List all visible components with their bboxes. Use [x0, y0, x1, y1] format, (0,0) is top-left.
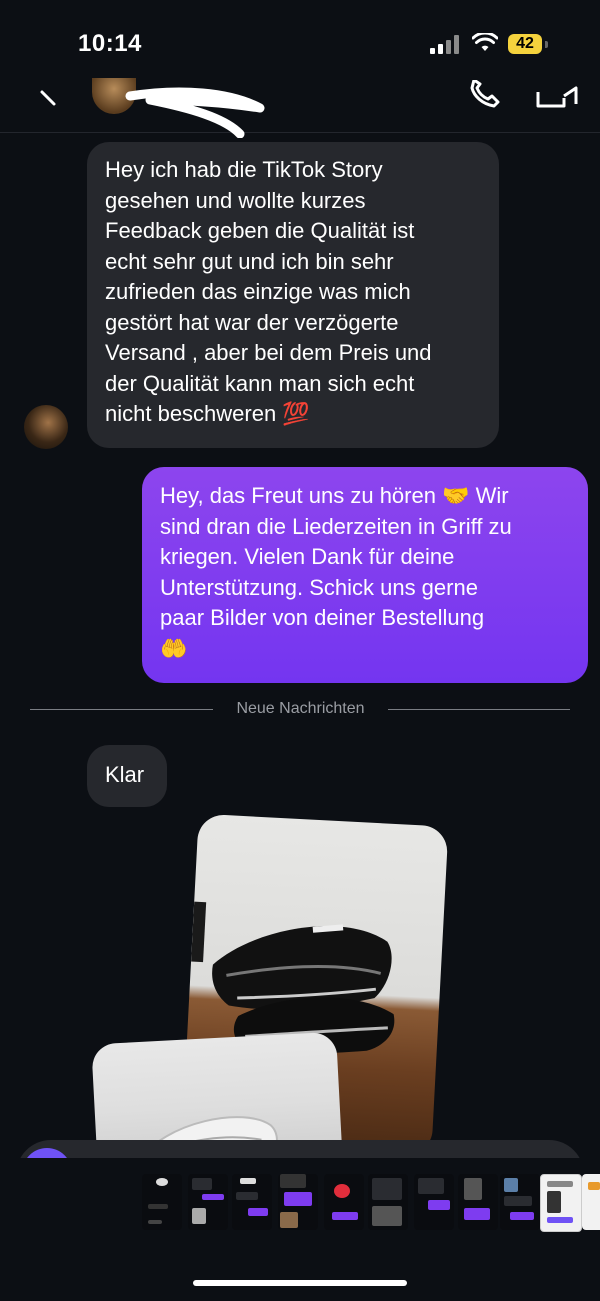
divider-line	[30, 709, 213, 710]
thumbnail[interactable]	[368, 1174, 408, 1230]
message-line: Versand , aber bei dem Preis und	[105, 340, 432, 365]
new-messages-divider: Neue Nachrichten	[30, 697, 570, 721]
thumbnail[interactable]	[540, 1174, 582, 1232]
wifi-icon	[472, 33, 498, 51]
message-line: der Qualität kann man sich echt	[105, 370, 415, 396]
message-line: Hey ich hab die TikTok Story	[105, 157, 383, 182]
message-line: zufrieden das einzige was mich	[105, 279, 411, 304]
message-line: 🤲	[160, 635, 188, 661]
video-camera-icon[interactable]	[534, 80, 578, 110]
message-line: nicht beschweren 💯	[105, 401, 310, 426]
battery-indicator: 42	[508, 34, 542, 54]
chevron-left-icon[interactable]	[34, 82, 64, 112]
divider-label: Neue Nachrichten	[236, 700, 365, 717]
thumbnail[interactable]	[458, 1174, 498, 1230]
chat-header	[0, 78, 600, 138]
thumbnail[interactable]	[500, 1174, 540, 1230]
divider-line	[388, 709, 570, 710]
screenshot-thumbnail-strip	[0, 1158, 600, 1258]
incoming-message-bubble[interactable]: Hey ich hab die TikTok Story gesehen und…	[87, 142, 499, 448]
home-indicator[interactable]	[193, 1280, 407, 1286]
thumbnail[interactable]	[414, 1174, 454, 1230]
signal-icon	[430, 34, 462, 54]
battery-tip	[545, 41, 548, 48]
message-line: Unterstützung. Schick uns gerne	[160, 574, 478, 600]
message-line: Klar	[105, 762, 145, 787]
status-bar: 10:14 42	[0, 0, 600, 90]
thumbnail[interactable]	[278, 1174, 318, 1230]
message-line: Hey, das Freut uns zu hören 🤝 Wir	[160, 483, 509, 508]
status-time: 10:14	[78, 30, 142, 57]
message-line: kriegen. Vielen Dank für deine	[160, 544, 455, 569]
message-line: gestört hat war der verzögerte	[105, 309, 399, 335]
thumbnail[interactable]	[582, 1174, 600, 1230]
message-line: echt sehr gut und ich bin sehr	[105, 248, 394, 274]
message-line: sind dran die Liederzeiten in Griff zu	[160, 513, 512, 539]
redacted-name-scribble	[125, 87, 265, 138]
message-line: gesehen und wollte kurzes	[105, 187, 366, 213]
thumbnail[interactable]	[324, 1174, 364, 1230]
incoming-message-bubble[interactable]: Klar	[87, 745, 167, 807]
outgoing-message-bubble[interactable]: Hey, das Freut uns zu hören 🤝 Wir sind d…	[142, 467, 588, 683]
thumbnail[interactable]	[142, 1174, 182, 1230]
thumbnail[interactable]	[188, 1174, 228, 1230]
message-line: Feedback geben die Qualität ist	[105, 218, 415, 243]
sender-avatar[interactable]	[24, 405, 68, 449]
message-line: paar Bilder von deiner Bestellung	[160, 605, 485, 630]
thumbnail[interactable]	[232, 1174, 272, 1230]
phone-icon[interactable]	[466, 80, 502, 110]
